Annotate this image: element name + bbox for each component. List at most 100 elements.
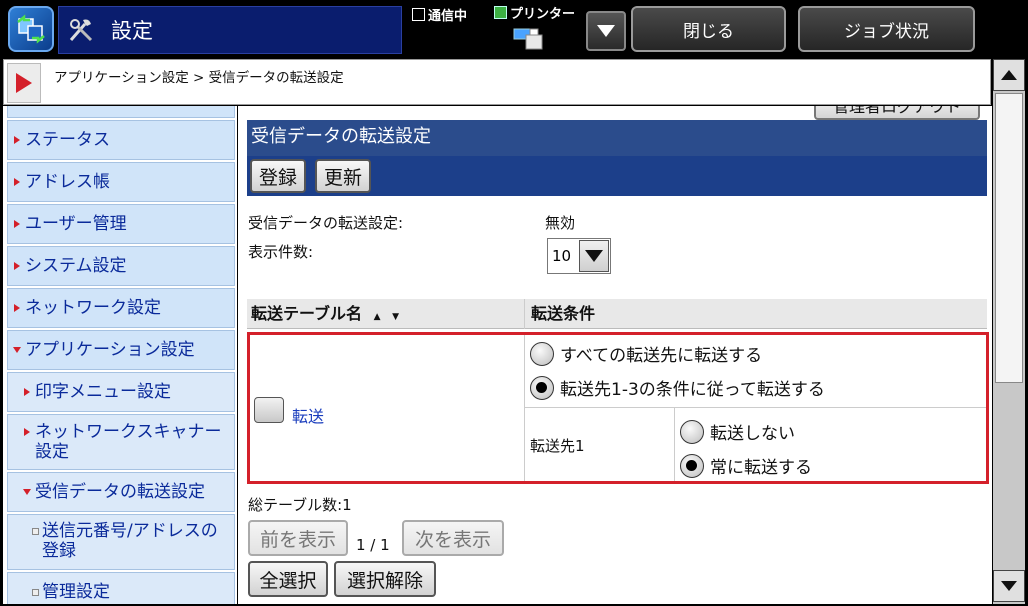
col-name-header: 転送テーブル名 ▲ ▼ [247,299,523,329]
sort-asc-icon[interactable]: ▲ [374,312,381,322]
sidebar-item-network-scanner[interactable]: ネットワークスキャナー設定 [7,414,235,470]
sidebar-item-system-settings[interactable]: システム設定 [7,246,235,286]
sidebar-item-label: システム設定 [25,256,127,276]
sidebar-item-label: ネットワークスキャナー設定 [35,422,222,462]
sidebar-item-label: ネットワーク設定 [25,298,161,318]
page-title: 設定 [111,19,153,43]
settings-tools-icon [59,8,103,52]
radio-dest-none[interactable]: 転送しない [680,419,795,444]
sidebar-item-admin-settings[interactable]: 管理設定 [7,572,235,604]
sidebar-item-status[interactable]: ステータス [7,120,235,160]
col-name-label: 転送テーブル名 [251,304,363,323]
radio-forward-all[interactable]: すべての転送先に転送する [530,341,762,366]
close-button[interactable]: 閉じる [631,6,786,52]
forward-setting-label: 受信データの転送設定: [248,214,404,232]
scroll-up-button[interactable] [993,59,1025,91]
status-printer-label: プリンター [510,7,576,22]
right-arrow-icon [24,388,30,396]
scroll-down-button[interactable] [993,570,1025,602]
sidebar-item-forwarding-settings[interactable]: 受信データの転送設定 [7,472,235,512]
radio-selected-icon [530,375,554,400]
sidebar-item-print-menu[interactable]: 印字メニュー設定 [7,372,235,412]
radio-label: 転送先1-3の条件に従って転送する [560,380,825,400]
right-arrow-icon [14,304,20,312]
register-button[interactable]: 登録 [250,159,306,193]
breadcrumb-bar: アプリケーション設定 > 受信データの転送設定 [3,59,991,105]
right-arrow-icon [14,136,20,144]
down-arrow-icon [23,489,31,495]
square-bullet-icon [32,528,39,535]
total-tables: 総テーブル数:1 [248,496,352,514]
page-info: 1 / 1 [356,536,390,554]
radio-forward-conditional[interactable]: 転送先1-3の条件に従って転送する [530,375,825,400]
sidebar-item-application-settings[interactable]: アプリケーション設定 [7,330,235,370]
chevron-down-icon[interactable] [579,240,609,272]
destination-label: 転送先1 [530,437,585,455]
breadcrumb: アプリケーション設定 > 受信データの転送設定 [54,70,344,86]
right-arrow-icon [14,220,20,228]
row-divider [525,407,986,408]
radio-unselected-icon [680,419,704,444]
status-dropdown-button[interactable] [586,11,626,51]
radio-dest-always[interactable]: 常に転送する [680,453,812,478]
column-divider [524,299,525,329]
prev-page-button[interactable]: 前を表示 [248,520,348,556]
job-status-button[interactable]: ジョブ状況 [798,6,975,52]
sidebar-item-label: アプリケーション設定 [25,340,195,360]
app-switch-icon[interactable] [8,6,54,52]
sidebar-item-user-management[interactable]: ユーザー管理 [7,204,235,244]
sidebar-item-label: ユーザー管理 [25,214,127,234]
forward-setting-value: 無効 [545,214,576,232]
right-arrow-icon [14,178,20,186]
column-divider [524,335,525,481]
sidebar-item-label: ステータス [25,130,110,150]
display-count-value: 10 [552,247,572,265]
deselect-button[interactable]: 選択解除 [334,561,436,597]
sidebar-item-network-settings[interactable]: ネットワーク設定 [7,288,235,328]
page-scrollbar[interactable] [993,59,1025,604]
printer-icon [512,25,546,55]
sidebar-item-label: 受信データの転送設定 [35,482,205,502]
display-count-select[interactable]: 10 [547,238,611,274]
sidebar-item-sender-registration[interactable]: 送信元番号/アドレスの登録 [7,514,235,570]
radio-selected-icon [680,453,704,478]
radio-label: すべての転送先に転送する [560,346,763,366]
status-printer: プリンター [494,3,575,22]
sidebar-menu: ステータス アドレス帳 ユーザー管理 システム設定 ネットワーク設定 アプリケー… [3,106,237,604]
sidebar-item-address-book[interactable]: アドレス帳 [7,162,235,202]
status-area: 通信中 プリンター [410,3,585,55]
action-bar: 登録 更新 [247,156,987,196]
sidebar-item-label: 送信元番号/アドレスの登録 [42,521,218,561]
admin-logout-button[interactable]: 管理者ログアウト [814,106,980,120]
square-bullet-icon [32,588,39,596]
status-comm-label: 通信中 [428,9,468,24]
forward-table-link[interactable]: 転送 [292,403,324,427]
select-all-button[interactable]: 全選択 [248,561,328,597]
main-content: 管理者ログアウト 受信データの転送設定 登録 更新 受信データの転送設定: 無効… [238,106,992,604]
next-page-button[interactable]: 次を表示 [402,520,504,556]
scrollbar-thumb[interactable] [995,93,1023,383]
down-arrow-icon [13,347,21,353]
table-header: 転送テーブル名 ▲ ▼ 転送条件 [247,299,987,329]
sort-desc-icon[interactable]: ▼ [392,312,399,322]
settings-screen: 設定 通信中 プリンター 閉じる ジョブ状況 アプリケーション設定 > 受信デー… [0,0,1028,606]
printer-indicator-icon [494,6,507,19]
column-divider [674,408,675,481]
table-row: 転送 すべての転送先に転送する 転送先1-3の条件に従って転送する 転送先1 転… [247,332,989,484]
display-count-label: 表示件数: [248,243,314,261]
sidebar-item-hidden[interactable] [7,106,235,118]
radio-unselected-icon [530,341,554,366]
sidebar-item-label: 管理設定 [42,582,110,602]
right-arrow-icon [14,262,20,270]
radio-label: 転送しない [710,424,795,444]
radio-label: 常に転送する [710,458,812,478]
right-arrow-icon [24,428,30,436]
sidebar-item-label: アドレス帳 [25,172,110,192]
breadcrumb-toggle-button[interactable] [7,63,41,103]
section-heading: 受信データの転送設定 [247,120,987,160]
title-bar: 設定 [58,6,402,54]
row-select-checkbox[interactable] [254,397,284,423]
comm-indicator-icon [412,8,425,21]
status-comm: 通信中 [412,5,467,24]
update-button[interactable]: 更新 [315,159,371,193]
